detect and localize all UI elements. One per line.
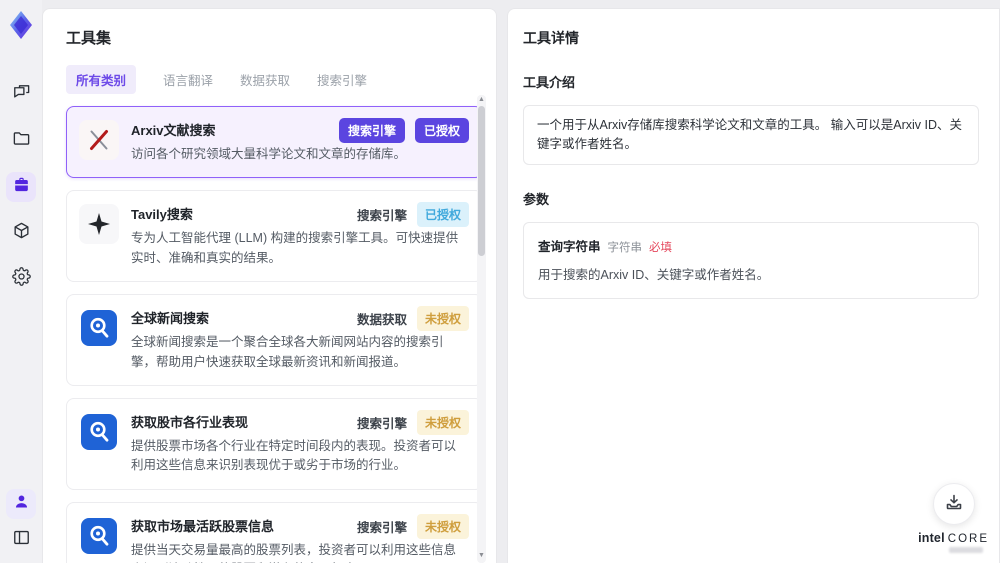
gear-icon bbox=[11, 267, 31, 291]
category-tab-0[interactable]: 所有类别 bbox=[66, 64, 137, 94]
tool-card[interactable]: 获取股市各行业表现 提供股票市场各个行业在特定时间段内的表现。投资者可以利用这些… bbox=[66, 397, 483, 490]
param-required-badge: 必填 bbox=[649, 241, 673, 254]
tool-desc: 全球新闻搜索是一个聚合全球各大新闻网站内容的搜索引擎，帮助用户快速获取全球最新资… bbox=[131, 335, 444, 369]
intro-heading: 工具介绍 bbox=[523, 75, 576, 90]
detail-title: 工具详情 bbox=[523, 30, 579, 46]
category-badge: 搜索引擎 bbox=[356, 209, 407, 224]
tool-card[interactable]: 全球新闻搜索 全球新闻搜索是一个聚合全球各大新闻网站内容的搜索引擎，帮助用户快速… bbox=[66, 294, 483, 386]
auth-badge: 已授权 bbox=[416, 202, 469, 228]
category-tab-2[interactable]: 数据获取 bbox=[240, 70, 290, 89]
blue-search-icon bbox=[79, 516, 119, 556]
arxiv-icon bbox=[79, 120, 119, 160]
tool-desc: 访问各个研究领域大量科学论文和文章的存储库。 bbox=[131, 147, 407, 161]
bottom-right-widgets: intel CORE bbox=[918, 483, 989, 553]
tool-list-panel: 工具集 所有类别 语言翻译 数据获取 搜索引擎 Arxiv文献搜索 访问各个研究领域大… bbox=[42, 8, 497, 563]
sidebar-item-chat[interactable] bbox=[6, 80, 36, 110]
category-badge: 搜索引擎 bbox=[338, 118, 405, 143]
tool-desc: 提供当天交易量最高的股票列表，投资者可以利用这些信息来识别流动性强的股票和潜在的… bbox=[131, 542, 457, 563]
logo-shine bbox=[948, 547, 983, 553]
app-logo bbox=[6, 10, 36, 40]
sidebar-item-settings[interactable] bbox=[6, 264, 36, 294]
tool-detail-panel: 工具详情 工具介绍 一个用于从Arxiv存储库搜索科学论文和文章的工具。 输入可… bbox=[507, 8, 1000, 563]
download-button[interactable] bbox=[932, 483, 975, 525]
sidebar-item-tools[interactable] bbox=[6, 172, 36, 202]
param-card: 查询字符串 字符串 必填 用于搜索的Arxiv ID、关键字或作者姓名。 bbox=[523, 221, 979, 299]
tool-card[interactable]: 获取市场最活跃股票信息 提供当天交易量最高的股票列表，投资者可以利用这些信息来识… bbox=[66, 501, 483, 563]
tool-card[interactable]: Arxiv文献搜索 访问各个研究领域大量科学论文和文章的存储库。 搜索引擎 已授… bbox=[66, 106, 483, 179]
category-badge: 搜索引擎 bbox=[356, 416, 407, 431]
blue-search-icon bbox=[79, 412, 119, 452]
cube-icon bbox=[12, 221, 31, 245]
tool-desc: 提供股票市场各个行业在特定时间段内的表现。投资者可以利用这些信息来识别表现优于或… bbox=[131, 438, 457, 473]
scroll-up-icon[interactable]: ▲ bbox=[477, 95, 486, 104]
sidebar-item-collapse[interactable] bbox=[6, 525, 36, 555]
auth-badge: 已授权 bbox=[414, 118, 469, 143]
tavily-icon bbox=[79, 204, 119, 245]
auth-badge: 未授权 bbox=[416, 409, 469, 435]
category-badge: 搜索引擎 bbox=[356, 520, 407, 535]
left-rail bbox=[0, 0, 42, 563]
param-name: 查询字符串 bbox=[538, 239, 601, 254]
panel-layout-icon bbox=[12, 528, 31, 552]
intro-text: 一个用于从Arxiv存储库搜索科学论文和文章的工具。 输入可以是Arxiv ID… bbox=[523, 105, 979, 165]
auth-badge: 未授权 bbox=[416, 513, 469, 539]
sidebar-item-account[interactable] bbox=[6, 489, 36, 519]
scroll-down-icon[interactable]: ▼ bbox=[477, 551, 486, 560]
folder-icon bbox=[12, 129, 31, 153]
tool-list: Arxiv文献搜索 访问各个研究领域大量科学论文和文章的存储库。 搜索引擎 已授… bbox=[66, 106, 483, 563]
page-title: 工具集 bbox=[66, 30, 112, 47]
category-tab-3[interactable]: 搜索引擎 bbox=[317, 70, 367, 89]
list-scrollbar[interactable]: ▲ ▼ bbox=[477, 95, 486, 563]
toolbox-icon bbox=[12, 175, 31, 199]
params-heading: 参数 bbox=[523, 191, 550, 207]
scrollbar-thumb[interactable] bbox=[478, 106, 485, 256]
user-icon bbox=[12, 492, 31, 516]
param-type: 字符串 bbox=[607, 241, 643, 254]
category-tabs: 所有类别 语言翻译 数据获取 搜索引擎 bbox=[66, 64, 496, 94]
sidebar-item-models[interactable] bbox=[6, 218, 36, 248]
category-tab-1[interactable]: 语言翻译 bbox=[163, 70, 213, 89]
tool-card[interactable]: Tavily搜索 专为人工智能代理 (LLM) 构建的搜索引擎工具。可快速提供实… bbox=[66, 190, 483, 283]
intel-core-logo: intel CORE bbox=[918, 531, 989, 545]
param-desc: 用于搜索的Arxiv ID、关键字或作者姓名。 bbox=[538, 267, 770, 282]
auth-badge: 未授权 bbox=[416, 306, 469, 332]
download-icon bbox=[944, 492, 964, 517]
sidebar-item-files[interactable] bbox=[6, 126, 36, 156]
blue-search-icon bbox=[79, 308, 119, 348]
category-badge: 数据获取 bbox=[356, 313, 407, 328]
tool-desc: 专为人工智能代理 (LLM) 构建的搜索引擎工具。可快速提供实时、准确和真实的结… bbox=[131, 231, 459, 265]
chat-icon bbox=[12, 83, 31, 107]
